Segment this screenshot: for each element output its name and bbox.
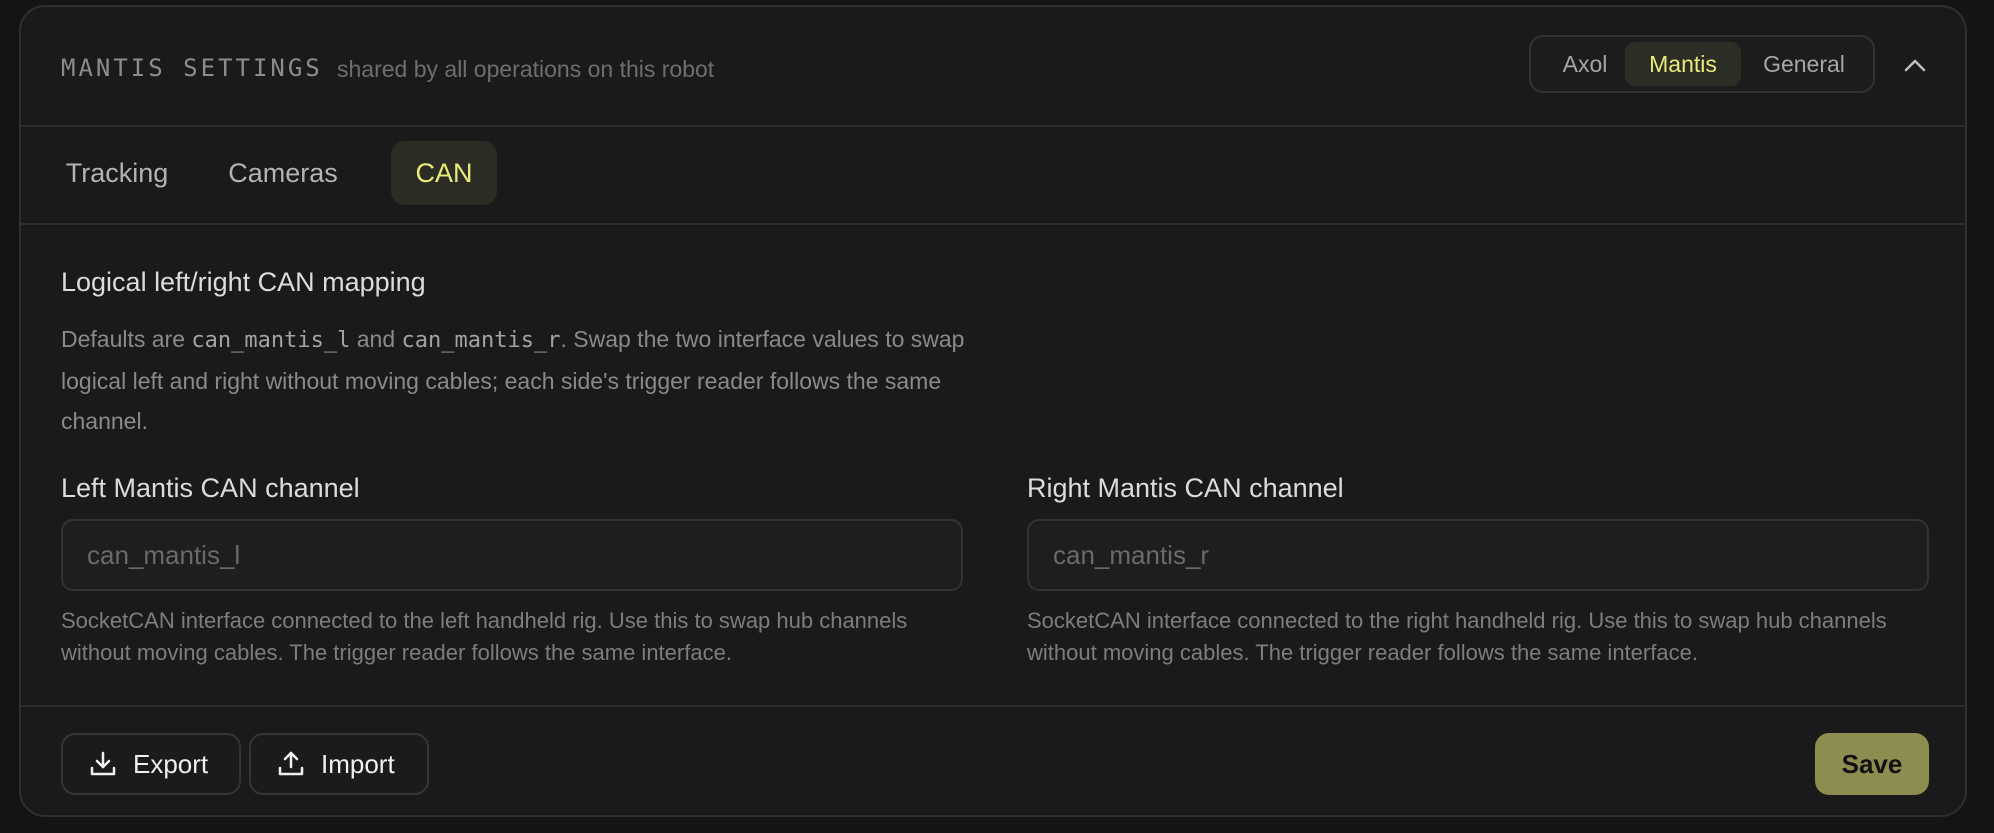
chevron-up-icon	[1904, 59, 1926, 72]
segment-general[interactable]: General	[1743, 42, 1865, 86]
settings-panel: MANTIS SETTINGS shared by all operations…	[19, 5, 1967, 817]
download-icon	[87, 748, 119, 780]
right-channel-label: Right Mantis CAN channel	[1027, 473, 1344, 503]
desc-text: Defaults are	[61, 326, 192, 352]
tab-tracking[interactable]: Tracking	[47, 141, 187, 205]
tab-cameras[interactable]: Cameras	[217, 141, 349, 205]
settings-tabs: Tracking Cameras CAN	[21, 125, 1965, 225]
save-button[interactable]: Save	[1815, 733, 1929, 795]
segment-axol[interactable]: Axol	[1545, 42, 1625, 86]
segment-mantis[interactable]: Mantis	[1625, 42, 1741, 86]
right-channel-input[interactable]	[1027, 519, 1929, 591]
settings-footer: Export Import Save	[21, 705, 1965, 815]
left-channel-input[interactable]	[61, 519, 963, 591]
section-title: Logical left/right CAN mapping	[61, 267, 426, 297]
export-label: Export	[133, 748, 209, 779]
desc-code-right: can_mantis_r	[401, 328, 561, 353]
settings-subtitle: shared by all operations on this robot	[337, 56, 715, 82]
profile-segmented-control: Axol Mantis General	[1529, 35, 1875, 93]
export-button[interactable]: Export	[61, 733, 241, 795]
section-description: Defaults are can_mantis_l and can_mantis…	[61, 319, 1021, 441]
tab-can[interactable]: CAN	[391, 141, 497, 205]
upload-icon	[275, 748, 307, 780]
desc-text: and	[350, 326, 402, 352]
left-channel-help: SocketCAN interface connected to the lef…	[61, 608, 908, 665]
collapse-button[interactable]	[1897, 47, 1933, 83]
right-channel-help: SocketCAN interface connected to the rig…	[1027, 608, 1887, 665]
import-label: Import	[321, 748, 395, 779]
import-button[interactable]: Import	[249, 733, 429, 795]
desc-code-left: can_mantis_l	[191, 328, 351, 353]
settings-header: MANTIS SETTINGS shared by all operations…	[21, 7, 1965, 127]
settings-title: MANTIS SETTINGS	[61, 54, 323, 82]
left-channel-label: Left Mantis CAN channel	[61, 473, 360, 503]
